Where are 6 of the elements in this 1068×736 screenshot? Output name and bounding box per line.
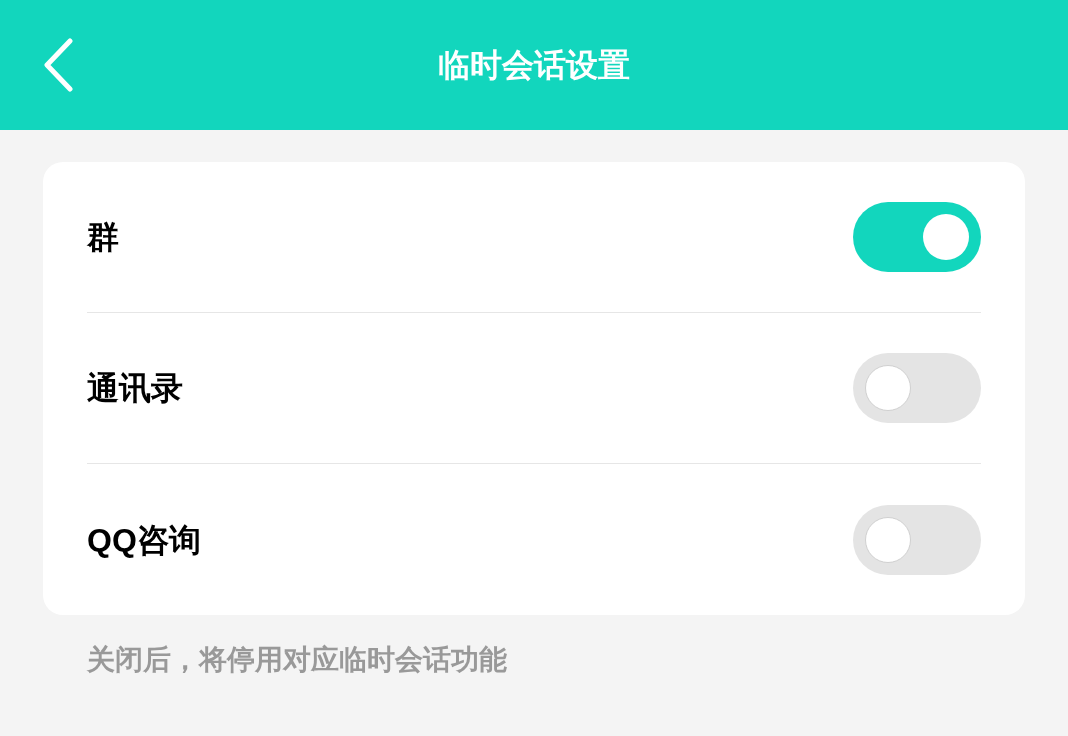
footnote-text: 关闭后，将停用对应临时会话功能 [87,643,508,677]
setting-label: 群 [87,218,119,257]
back-icon [42,38,74,92]
page-title: 临时会话设置 [438,46,630,85]
setting-label: QQ咨询 [87,520,201,560]
setting-label: 通讯录 [87,369,183,408]
